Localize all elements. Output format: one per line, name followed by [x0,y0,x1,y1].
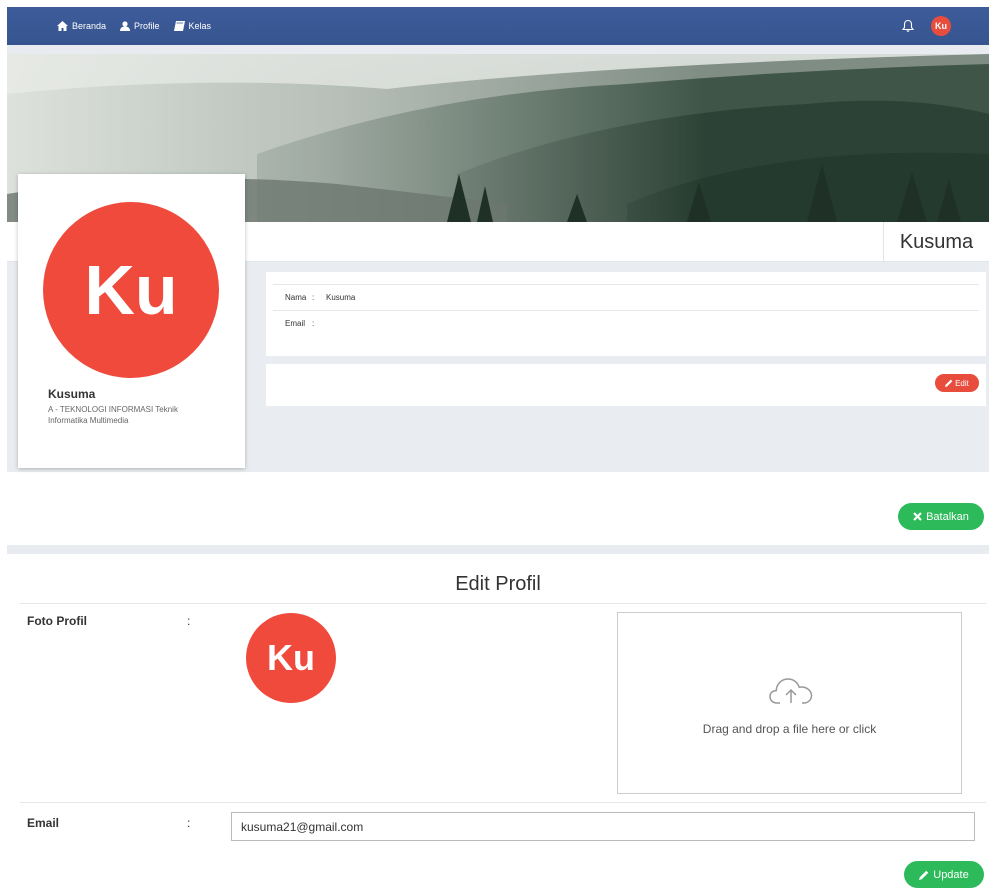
update-button-label: Update [933,868,969,881]
nav-item-beranda[interactable]: Beranda [57,21,106,31]
profile-header-name: Kusuma [883,222,989,262]
info-label-nama: Nama [285,293,307,302]
edit-button-label: Edit [955,378,969,388]
nav-links: Beranda Profile Kelas [57,21,211,31]
nav-divider [7,45,989,54]
dropzone-text: Drag and drop a file here or click [702,722,877,736]
form-divider [20,603,986,604]
profile-card-name: Kusuma [48,387,96,401]
pencil-icon [919,870,929,880]
profile-card: Ku Kusuma A - TEKNOLOGI INFORMASI Teknik… [18,174,245,468]
nav-item-kelas[interactable]: Kelas [173,21,212,31]
cancel-button[interactable]: Batalkan [898,503,984,530]
page: Beranda Profile Kelas Ku Kusuma Nama: K… [0,0,989,888]
section-divider [7,545,989,554]
email-label: Email [27,816,60,830]
nav-item-label: Profile [134,21,160,31]
info-row-nama: Nama : Kusuma [273,284,979,310]
nav-item-label: Kelas [188,21,212,31]
photo-preview-avatar: Ku [246,613,336,703]
info-row-email: Email : [273,310,979,336]
cancel-button-label: Batalkan [926,510,969,523]
email-field[interactable] [231,812,975,841]
home-icon [57,21,68,31]
info-value-nama: Kusuma [326,293,356,302]
cloud-upload-icon [769,678,813,704]
top-navbar: Beranda Profile Kelas Ku [7,7,989,45]
close-icon [913,512,922,521]
photo-colon: : [187,614,191,628]
user-icon [120,21,131,31]
info-label-email: Email [285,319,306,328]
nav-item-profile[interactable]: Profile [120,21,160,31]
edit-profile-title: Edit Profil [455,573,541,595]
update-button[interactable]: Update [904,861,984,888]
profile-edit-box: Edit [266,364,986,406]
email-colon: : [187,816,191,830]
bell-icon[interactable] [901,19,915,33]
form-divider [20,802,986,803]
edit-profile-button[interactable]: Edit [935,374,979,392]
info-separator: : [312,293,315,302]
photo-dropzone[interactable]: Drag and drop a file here or click [617,612,962,794]
info-separator: : [312,319,315,328]
profile-info-box: Nama : Kusuma Email : [266,272,986,356]
nav-right: Ku [901,16,951,36]
photo-label: Foto Profil [27,614,87,628]
nav-item-label: Beranda [72,21,107,31]
user-avatar[interactable]: Ku [931,16,951,36]
profile-avatar: Ku [43,202,219,378]
book-icon [173,21,185,31]
profile-card-subtitle: A - TEKNOLOGI INFORMASI Teknik Informati… [48,405,178,425]
pencil-icon [945,379,953,387]
